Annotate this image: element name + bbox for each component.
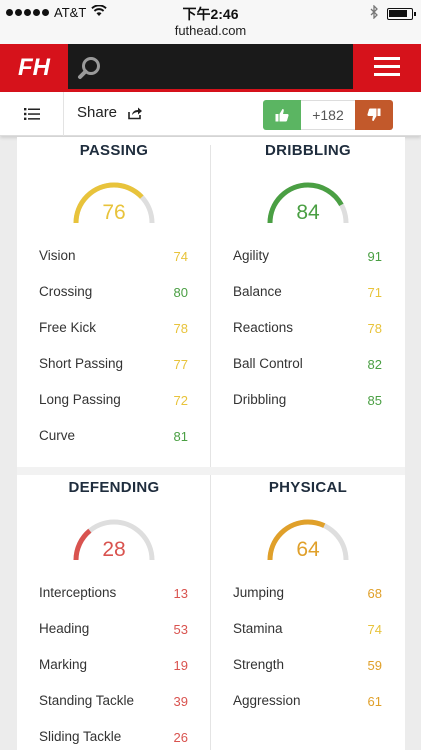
stat-value: 78	[367, 321, 382, 336]
status-bar: AT&T 下午2:46 futhead.com	[0, 0, 421, 44]
defending-title: DEFENDING	[68, 479, 160, 496]
stat-row-reactions: Reactions 78	[211, 320, 405, 340]
stat-value: 26	[173, 730, 188, 745]
row-divider	[17, 467, 405, 475]
stat-name: Short Passing	[39, 356, 124, 371]
stat-name: Heading	[39, 621, 90, 636]
vote-count: +182	[301, 100, 355, 130]
stat-name: Dribbling	[233, 392, 287, 407]
stat-name: Long Passing	[39, 392, 121, 407]
stat-value: 53	[173, 622, 188, 637]
stat-row-vision: Vision 74	[17, 248, 211, 268]
stat-value: 78	[173, 321, 188, 336]
stat-row-sliding-tackle: Sliding Tackle 26	[17, 729, 211, 749]
thumbs-down-icon	[367, 108, 381, 121]
stat-row-balance: Balance 71	[211, 284, 405, 304]
stat-value: 19	[173, 658, 188, 673]
stat-row-standing-tackle: Standing Tackle 39	[17, 693, 211, 713]
list-icon	[23, 108, 40, 120]
passing-title: PASSING	[79, 142, 149, 159]
stat-row-short-passing: Short Passing 77	[17, 356, 211, 376]
stat-row-dribbling: Dribbling 85	[211, 392, 405, 412]
stat-row-free-kick: Free Kick 78	[17, 320, 211, 340]
stat-name: Jumping	[233, 585, 285, 600]
stat-row-jumping: Jumping 68	[211, 585, 405, 605]
stat-row-strength: Strength 59	[211, 657, 405, 677]
stat-value: 59	[367, 658, 382, 673]
stat-name: Balance	[233, 284, 282, 299]
stat-name: Stamina	[233, 621, 283, 636]
share-button[interactable]: Share	[77, 104, 143, 121]
share-label: Share	[77, 104, 118, 121]
stat-row-agility: Agility 91	[211, 248, 405, 268]
vote-widget: +182	[263, 100, 393, 130]
futhead-logo[interactable]: FH	[0, 44, 68, 89]
stat-value: 68	[367, 586, 382, 601]
stat-name: Vision	[39, 248, 76, 263]
dribbling-rating: 84	[296, 201, 320, 224]
stat-name: Free Kick	[39, 320, 97, 335]
physical-title: PHYSICAL	[268, 479, 348, 496]
stat-row-aggression: Aggression 61	[211, 693, 405, 713]
player-stats-panel: PASSING 76 Vision 74 Crossing 80 Free Kick 78 Sh…	[17, 137, 405, 750]
list-menu-button[interactable]	[0, 92, 64, 136]
stat-value: 74	[173, 249, 188, 264]
passing-rating: 76	[102, 201, 126, 224]
site-header: FH	[0, 44, 421, 92]
page-toolbar: Share +182	[0, 92, 421, 136]
stat-value: 71	[367, 285, 382, 300]
stat-row-curve: Curve 81	[17, 428, 211, 448]
share-icon	[128, 107, 143, 119]
stat-name: Curve	[39, 428, 76, 443]
clock: 下午2:46	[182, 6, 239, 22]
stat-row-heading: Heading 53	[17, 621, 211, 641]
stat-value: 81	[173, 429, 188, 444]
stat-row-interceptions: Interceptions 13	[17, 585, 211, 605]
stat-value: 39	[173, 694, 188, 709]
stat-value: 85	[367, 393, 382, 408]
stat-value: 74	[367, 622, 382, 637]
stat-name: Marking	[39, 657, 88, 672]
bluetooth-icon	[370, 4, 379, 22]
stat-name: Ball Control	[233, 356, 303, 371]
upvote-button[interactable]	[263, 100, 301, 130]
stat-row-crossing: Crossing 80	[17, 284, 211, 304]
stat-row-stamina: Stamina 74	[211, 621, 405, 641]
stat-value: 91	[367, 249, 382, 264]
stat-value: 80	[173, 285, 188, 300]
search-icon[interactable]	[76, 54, 104, 82]
battery-icon	[387, 7, 416, 20]
stat-value: 77	[173, 357, 188, 372]
stat-value: 72	[173, 393, 188, 408]
defending-rating: 28	[102, 538, 126, 561]
stat-value: 82	[367, 357, 382, 372]
stat-name: Crossing	[39, 284, 93, 299]
address-bar-url[interactable]: futhead.com	[0, 23, 421, 38]
stat-value: 13	[173, 586, 188, 601]
downvote-button[interactable]	[355, 100, 393, 130]
stat-row-long-passing: Long Passing 72	[17, 392, 211, 412]
column-divider	[210, 145, 211, 467]
physical-rating: 64	[296, 538, 320, 561]
thumbs-up-icon	[275, 109, 289, 122]
stat-name: Strength	[233, 657, 285, 672]
stat-name: Interceptions	[39, 585, 117, 600]
stat-row-ball-control: Ball Control 82	[211, 356, 405, 376]
stat-name: Agility	[233, 248, 270, 263]
stat-value: 61	[367, 694, 382, 709]
hamburger-menu-button[interactable]	[353, 44, 421, 89]
dribbling-title: DRIBBLING	[264, 142, 352, 159]
svg-text:FH: FH	[18, 54, 51, 80]
stat-name: Reactions	[233, 320, 294, 335]
stat-row-marking: Marking 19	[17, 657, 211, 677]
stat-name: Standing Tackle	[39, 693, 135, 708]
stat-name: Aggression	[233, 693, 301, 708]
logo-mark: FH	[18, 54, 51, 80]
stat-name: Sliding Tackle	[39, 729, 122, 744]
